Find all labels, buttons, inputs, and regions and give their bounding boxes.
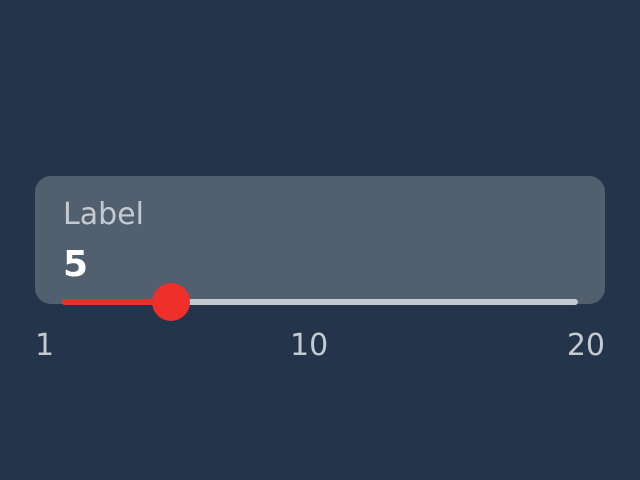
slider-min-label: 1 <box>35 328 55 363</box>
slider-mid-label: 10 <box>290 328 329 363</box>
slider-track[interactable] <box>62 299 578 305</box>
slider-card: Label 5 <box>35 176 605 304</box>
slider-label: Label <box>63 197 144 232</box>
slider-max-label: 20 <box>566 328 605 363</box>
slider-screen: Label 5 1 10 20 <box>0 0 640 480</box>
slider-thumb[interactable] <box>151 283 190 321</box>
slider-value: 5 <box>63 244 89 285</box>
